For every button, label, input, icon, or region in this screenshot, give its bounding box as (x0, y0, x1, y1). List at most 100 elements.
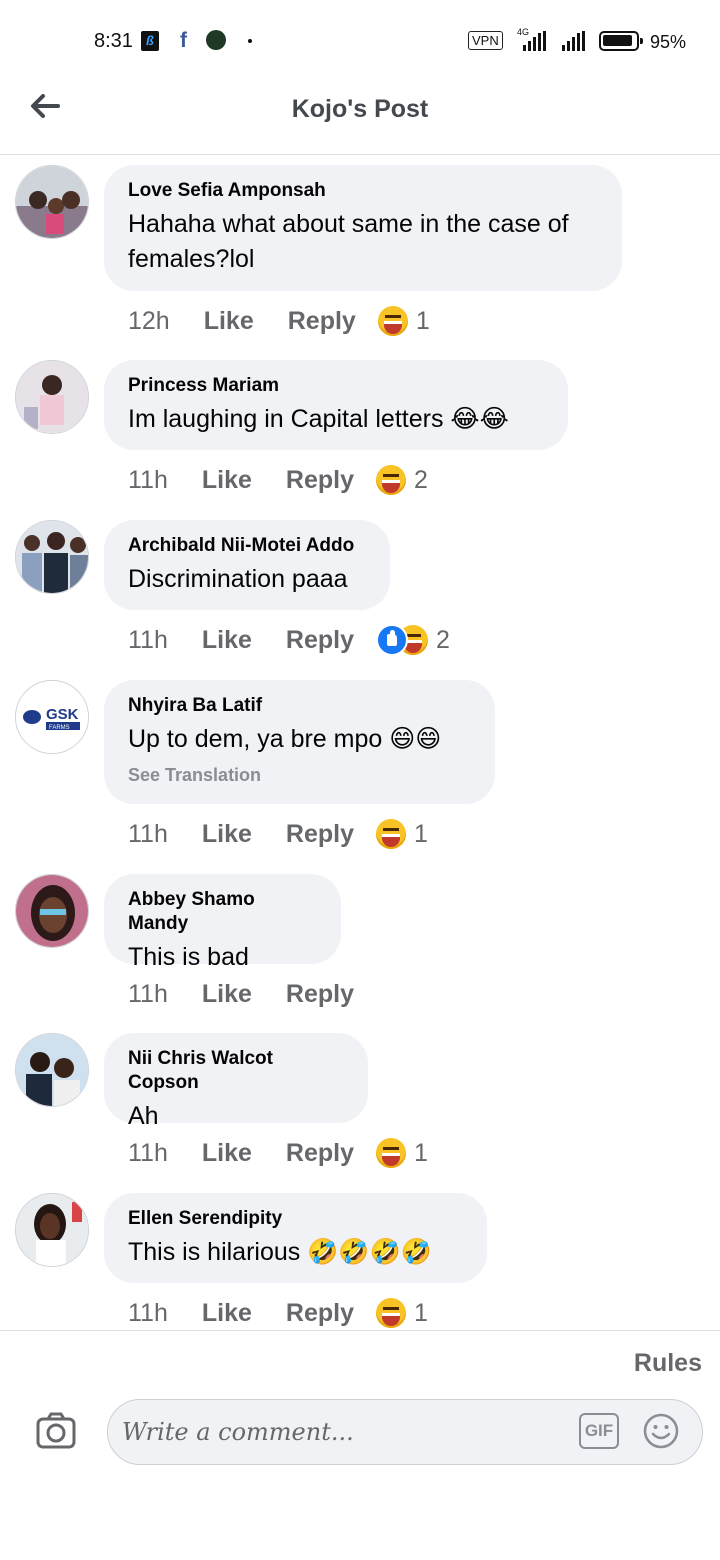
reaction-count: 1 (413, 1138, 428, 1167)
reactions-summary[interactable]: 1 (375, 1298, 428, 1328)
avatar[interactable] (15, 360, 89, 434)
reaction-count: 2 (413, 465, 428, 494)
comment-bubble[interactable]: Princess Mariam Im laughing in Capital l… (104, 360, 568, 450)
smiley-icon (643, 1413, 679, 1449)
like-button[interactable]: Like (202, 820, 252, 849)
vpn-icon: VPN (468, 31, 503, 50)
comment-text: Im laughing in Capital letters 😂😂 (128, 405, 509, 433)
haha-reaction-icon (375, 1138, 406, 1168)
comment-input[interactable] (122, 1416, 562, 1448)
commenter-name[interactable]: Nhyira Ba Latif (128, 694, 471, 718)
comment-actions: 11h Like Reply 1 (128, 1295, 428, 1330)
like-button[interactable]: Like (202, 626, 252, 655)
reply-button[interactable]: Reply (286, 980, 354, 1009)
like-button[interactable]: Like (202, 980, 252, 1009)
comment-bubble[interactable]: Love Sefia Amponsah Hahaha what about sa… (104, 165, 622, 291)
comment-time: 12h (128, 306, 170, 335)
status-bar: 8:31 ß f VPN 4G 95% (0, 0, 720, 80)
more-notifications-icon (248, 39, 252, 43)
comment-time: 11h (128, 625, 168, 654)
comments-list: Love Sefia Amponsah Hahaha what about sa… (0, 155, 720, 1330)
commenter-name[interactable]: Love Sefia Amponsah (128, 179, 598, 203)
battery-icon (599, 31, 643, 51)
reply-button[interactable]: Reply (288, 307, 356, 336)
reactions-summary[interactable]: 1 (375, 819, 428, 849)
haha-reaction-icon (375, 465, 406, 495)
camera-button[interactable] (36, 1411, 76, 1449)
reaction-count: 1 (413, 1298, 428, 1327)
comment-time: 11h (128, 1298, 168, 1327)
comment-bubble[interactable]: Nhyira Ba Latif Up to dem, ya bre mpo 😄😄… (104, 680, 495, 804)
like-button[interactable]: Like (202, 1299, 252, 1328)
reply-button[interactable]: Reply (286, 466, 354, 495)
comment-input-box: GIF (107, 1399, 703, 1465)
comment-actions: 11h Like Reply 1 (128, 1135, 428, 1171)
avatar[interactable] (15, 1033, 89, 1107)
commenter-name[interactable]: Archibald Nii-Motei Addo (128, 534, 366, 558)
reply-button[interactable]: Reply (286, 1139, 354, 1168)
status-time: 8:31 (94, 30, 133, 52)
like-reaction-icon (375, 624, 408, 656)
commenter-name[interactable]: Nii Chris Walcot Copson (128, 1047, 344, 1095)
comment-bubble[interactable]: Ellen Serendipity This is hilarious 🤣🤣🤣🤣 (104, 1193, 487, 1283)
avatar[interactable] (15, 165, 89, 239)
reaction-count: 1 (413, 819, 428, 848)
gif-button[interactable]: GIF (579, 1413, 619, 1449)
reactions-summary[interactable]: 1 (375, 1138, 428, 1168)
comment-text: Ah (128, 1102, 159, 1130)
like-button[interactable]: Like (204, 307, 254, 336)
comment-text: Up to dem, ya bre mpo 😄😄 (128, 725, 442, 753)
commenter-name[interactable]: Princess Mariam (128, 374, 544, 398)
comment-bubble[interactable]: Archibald Nii-Motei Addo Discrimination … (104, 520, 390, 610)
reply-button[interactable]: Reply (286, 820, 354, 849)
reply-button[interactable]: Reply (286, 1299, 354, 1328)
commenter-name[interactable]: Ellen Serendipity (128, 1207, 463, 1231)
haha-reaction-icon (375, 819, 406, 849)
signal-icon-2 (562, 31, 585, 51)
comment-bubble[interactable]: Abbey Shamo Mandy This is bad (104, 874, 341, 971)
emoji-button[interactable] (643, 1413, 679, 1449)
reactions-summary[interactable]: 1 (377, 306, 430, 336)
commenter-name[interactable]: Abbey Shamo Mandy (128, 888, 317, 936)
camera-icon (36, 1412, 76, 1449)
post-header: Kojo's Post (0, 80, 720, 155)
comment-actions: 11h Like Reply 2 (128, 462, 428, 498)
reply-button[interactable]: Reply (286, 626, 354, 655)
comment-time: 11h (128, 465, 168, 494)
avatar[interactable]: GSK FARMS (15, 680, 89, 754)
facebook-notification-icon: f (180, 29, 187, 52)
reactions-summary[interactable]: 2 (375, 465, 428, 495)
svg-text:FARMS: FARMS (49, 725, 70, 731)
see-translation-link[interactable]: See Translation (128, 763, 471, 787)
comment-composer-bar: Rules GIF (0, 1330, 720, 1560)
like-button[interactable]: Like (202, 466, 252, 495)
haha-reaction-icon (377, 306, 408, 336)
reaction-count: 2 (435, 625, 450, 654)
app-notification-icon: ß (141, 31, 159, 51)
comment-text: Hahaha what about same in the case of fe… (128, 210, 569, 273)
avatar[interactable] (15, 520, 89, 594)
signal-icon (523, 31, 546, 51)
page-title: Kojo's Post (291, 95, 429, 123)
comment-text: Discrimination paaa (128, 565, 348, 593)
comment-text: This is bad (128, 943, 249, 971)
like-button[interactable]: Like (202, 1139, 252, 1168)
shield-notification-icon (206, 30, 226, 50)
comment-actions: 11h Like Reply 2 (128, 622, 450, 658)
comment-bubble[interactable]: Nii Chris Walcot Copson Ah (104, 1033, 368, 1130)
avatar[interactable] (15, 874, 89, 948)
haha-reaction-icon (375, 1298, 406, 1328)
comment-actions: 12h Like Reply 1 (128, 303, 430, 339)
comment-actions: 11h Like Reply 1 (128, 816, 428, 852)
comment-time: 11h (128, 979, 168, 1008)
comment-time: 11h (128, 1138, 168, 1167)
svg-text:GSK: GSK (46, 706, 79, 723)
comment-actions: 11h Like Reply (128, 976, 354, 1012)
avatar[interactable] (15, 1193, 89, 1267)
comment-time: 11h (128, 819, 168, 848)
battery-percent: 95% (650, 32, 687, 52)
comment-text: This is hilarious 🤣🤣🤣🤣 (128, 1238, 432, 1266)
reaction-count: 1 (415, 306, 430, 335)
reactions-summary[interactable]: 2 (375, 624, 450, 656)
rules-link[interactable]: Rules (634, 1349, 702, 1378)
